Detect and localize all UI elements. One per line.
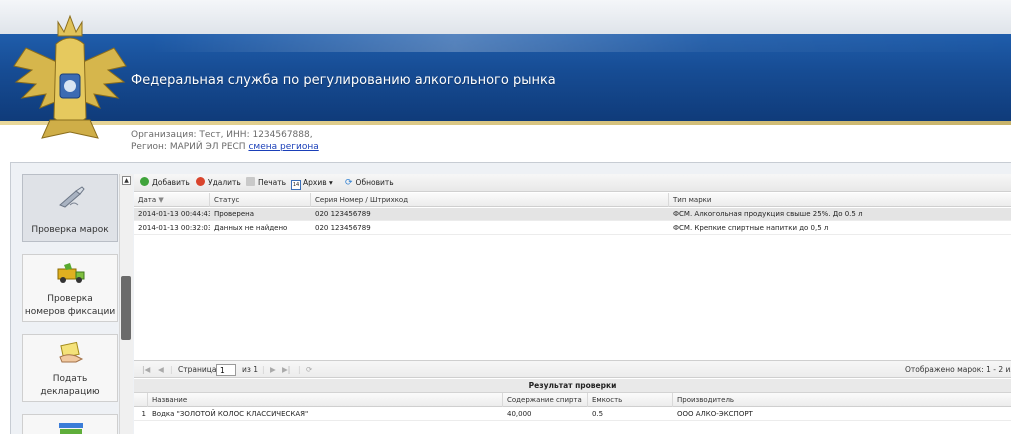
- delete-icon: [196, 177, 205, 186]
- refresh-label: Обновить: [355, 178, 394, 187]
- cell-producer: ООО АЛКО-ЭКСПОРТ: [677, 410, 753, 418]
- pager-separator: |: [170, 365, 173, 374]
- sidebar-item-fixation-check[interactable]: Проверка номеров фиксации: [22, 254, 118, 322]
- cell-stamp-type: ФСМ. Алкогольная продукция свыше 25%. До…: [673, 210, 863, 218]
- sidebar-item-label: декларацию: [40, 387, 100, 397]
- add-button[interactable]: Добавить: [140, 177, 190, 189]
- grid-toolbar: ▲ Добавить Удалить Печать 14 Архив ▾ ⟳ Обн…: [122, 174, 1011, 192]
- column-header-name[interactable]: Название: [148, 393, 503, 407]
- sidebar-item-label: Проверка: [47, 294, 93, 304]
- column-header-stamp-type[interactable]: Тип марки: [669, 193, 1011, 207]
- column-header-date[interactable]: Дата ▼: [134, 193, 210, 207]
- hand-icon: [59, 341, 84, 363]
- organization-line: Организация: Тест, ИНН: 1234567888,: [131, 130, 313, 140]
- region-label: Регион: МАРИЙ ЭЛ РЕСП: [131, 142, 246, 152]
- next-page-icon[interactable]: ▶: [270, 364, 276, 376]
- sidebar-item-label: номеров фиксации: [24, 307, 116, 317]
- truck-icon: [57, 263, 85, 283]
- site-title: Федеральная служба по регулированию алко…: [131, 73, 556, 88]
- top-stripe: [0, 0, 1011, 34]
- chevron-down-icon: ▾: [326, 178, 333, 187]
- add-label: Добавить: [152, 178, 190, 187]
- table-row[interactable]: 2014-01-13 00:32:03 Данных не найдено 02…: [134, 222, 1011, 235]
- grid-header: Дата ▼ Статус Серия Номер / Штрихкод Тип…: [134, 193, 1011, 207]
- sidebar-item-label: Подать: [52, 374, 88, 384]
- app-root: Федеральная служба по регулированию алко…: [0, 0, 1011, 434]
- printer-icon: [246, 177, 255, 186]
- print-button[interactable]: Печать: [246, 177, 286, 189]
- page-number-input[interactable]: [216, 364, 236, 376]
- sidebar-item-label: Проверка марок: [31, 225, 109, 235]
- column-header-rownum: [134, 393, 148, 407]
- cell-status: Проверена: [214, 210, 255, 218]
- cell-status: Данных не найдено: [214, 224, 288, 232]
- cell-date: 2014-01-13 00:32:03: [138, 224, 210, 232]
- cell-serial: 020 123456789: [315, 210, 371, 218]
- cell-alcohol: 40,000: [507, 410, 532, 418]
- column-header-volume[interactable]: Емкость: [588, 393, 673, 407]
- collapse-button[interactable]: ▲: [122, 176, 131, 185]
- delete-label: Удалить: [208, 178, 241, 187]
- cell-serial: 020 123456789: [315, 224, 371, 232]
- change-region-link[interactable]: смена региона: [248, 142, 318, 152]
- cell-date: 2014-01-13 00:44:43: [138, 210, 210, 218]
- refresh-page-icon[interactable]: ⟳: [306, 364, 312, 376]
- column-title: Дата: [138, 196, 157, 204]
- sidebar-scrollbar-thumb[interactable]: [121, 276, 131, 340]
- refresh-button[interactable]: ⟳ Обновить: [345, 177, 394, 189]
- cell-product-name: Водка "ЗОЛОТОЙ КОЛОС КЛАССИЧЕСКАЯ": [152, 410, 309, 418]
- first-page-icon[interactable]: |◀: [142, 364, 150, 376]
- column-header-serial[interactable]: Серия Номер / Штрихкод: [311, 193, 669, 207]
- cell-volume: 0.5: [592, 410, 604, 418]
- result-row[interactable]: 1 Водка "ЗОЛОТОЙ КОЛОС КЛАССИЧЕСКАЯ" 40,…: [134, 408, 1011, 421]
- result-grid-header: Название Содержание спирта Емкость Произ…: [134, 393, 1011, 407]
- pager-separator: |: [298, 365, 301, 374]
- delete-button[interactable]: Удалить: [196, 177, 241, 189]
- add-icon: [140, 177, 149, 186]
- banner-divider: [0, 121, 1011, 125]
- eagle-emblem-logo: [13, 14, 127, 139]
- page-label: Страница: [178, 365, 217, 374]
- cell-stamp-type: ФСМ. Крепкие спиртные напитки до 0,5 л: [673, 224, 829, 232]
- refresh-icon: ⟳: [345, 178, 353, 188]
- cell-row-number: 1: [141, 410, 146, 418]
- archive-label: Архив: [303, 178, 327, 187]
- page-count: из 1: [242, 365, 259, 374]
- pen-icon: [59, 186, 85, 208]
- archive-menu-button[interactable]: 14 Архив ▾: [291, 177, 333, 190]
- sidebar-item-stamp-check[interactable]: Проверка марок: [22, 174, 118, 242]
- sidebar-item-declaration[interactable]: Подать декларацию: [22, 334, 118, 402]
- last-page-icon[interactable]: ▶|: [282, 364, 290, 376]
- pager-separator: |: [262, 365, 265, 374]
- sort-desc-icon: ▼: [158, 196, 164, 204]
- table-row[interactable]: 2014-01-13 00:44:43 Проверена 020 123456…: [134, 208, 1011, 221]
- grid-pager: |◀ ◀ | Страница из 1 | ▶ ▶| | ⟳ Отображе…: [134, 360, 1011, 378]
- region-line: Регион: МАРИЙ ЭЛ РЕСП смена региона: [131, 141, 319, 153]
- column-header-producer[interactable]: Производитель: [673, 393, 1011, 407]
- print-label: Печать: [258, 178, 287, 187]
- prev-page-icon[interactable]: ◀: [158, 364, 164, 376]
- pager-summary: Отображено марок: 1 - 2 из: [905, 365, 1011, 374]
- column-header-alcohol[interactable]: Содержание спирта: [503, 393, 588, 407]
- sidebar-item-archive[interactable]: [22, 414, 118, 434]
- column-header-status[interactable]: Статус: [210, 193, 311, 207]
- calendar-icon: 14: [291, 180, 301, 190]
- books-icon: [59, 423, 83, 434]
- organization-info: Организация: Тест, ИНН: 1234567888, Реги…: [131, 129, 319, 153]
- stamps-grid-panel: ▲ Добавить Удалить Печать 14 Архив ▾ ⟳ Обн…: [122, 174, 1011, 434]
- sidebar: Проверка марок Проверка номеров фиксации…: [22, 174, 118, 434]
- result-panel-title: Результат проверки: [134, 379, 1011, 393]
- banner-highlight: [0, 34, 1011, 52]
